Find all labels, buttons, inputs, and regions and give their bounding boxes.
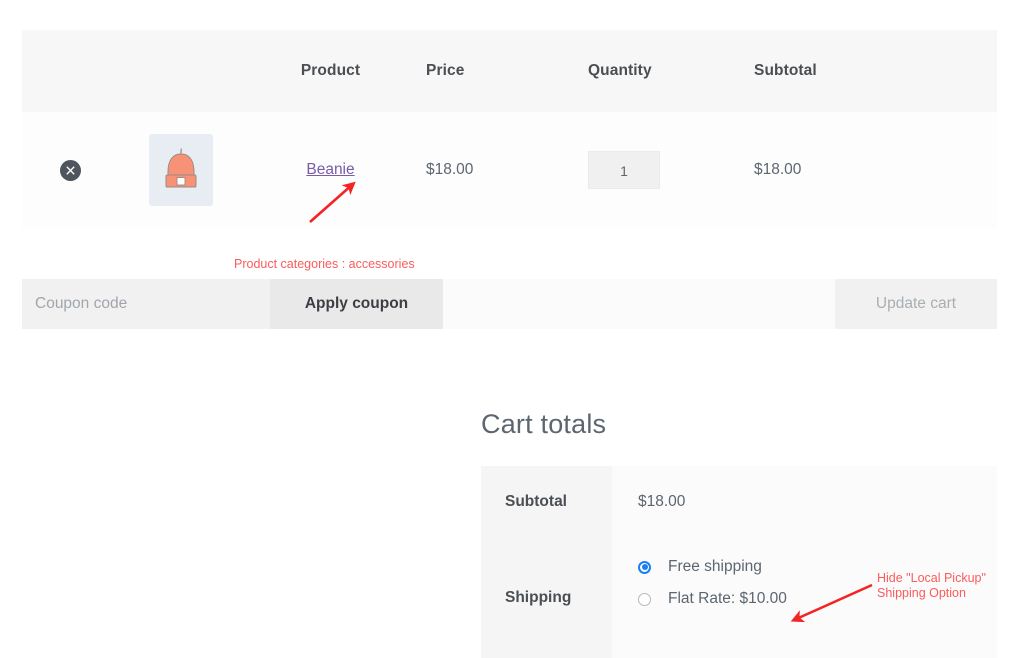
header-cell-product: Product — [300, 62, 361, 79]
remove-item-button[interactable] — [59, 159, 81, 181]
update-cart-button[interactable]: Update cart — [835, 279, 997, 329]
header-cell-subtotal: Subtotal — [754, 62, 817, 79]
table-row: Beanie $18.00 1 $18.00 — [22, 112, 997, 228]
coupon-row: Coupon code Apply coupon Update cart — [22, 279, 997, 329]
totals-value-shipping: Free shipping Flat Rate: $10.00 — [612, 538, 997, 658]
coupon-code-input[interactable]: Coupon code — [22, 279, 270, 329]
totals-label-subtotal: Subtotal — [481, 466, 612, 538]
apply-coupon-button[interactable]: Apply coupon — [270, 279, 443, 329]
cell-remove — [22, 159, 118, 181]
totals-label-shipping: Shipping — [481, 538, 612, 658]
product-thumbnail[interactable] — [148, 134, 213, 206]
radio-icon-flat-rate[interactable] — [638, 592, 651, 606]
cell-subtotal: $18.00 — [754, 161, 802, 178]
cart-table: Product Price Quantity Subtotal Beanie $… — [22, 30, 997, 228]
product-link-beanie[interactable]: Beanie — [306, 161, 354, 178]
cell-product-name: Beanie — [243, 161, 418, 179]
close-x-icon — [65, 165, 75, 175]
totals-row-shipping: Shipping Free shipping Flat Rate: $10.00 — [481, 538, 997, 658]
shipping-option-label: Free shipping — [668, 558, 762, 575]
cart-totals-table: Subtotal $18.00 Shipping Free shipping F… — [481, 466, 997, 658]
cart-table-header-row: Product Price Quantity Subtotal — [22, 30, 997, 112]
cart-totals-title: Cart totals — [481, 409, 607, 439]
quantity-input[interactable]: 1 — [588, 151, 660, 189]
shipping-option-flat-rate[interactable]: Flat Rate: $10.00 — [638, 590, 787, 608]
cell-quantity: 1 — [564, 151, 732, 189]
totals-value-subtotal: $18.00 — [612, 466, 997, 538]
header-cell-quantity: Quantity — [588, 62, 652, 79]
cell-thumbnail — [118, 134, 243, 206]
header-cell-price: Price — [426, 62, 465, 79]
totals-row-subtotal: Subtotal $18.00 — [481, 466, 997, 538]
shipping-option-free-shipping[interactable]: Free shipping — [638, 558, 762, 576]
cell-price: $18.00 — [426, 161, 474, 178]
beanie-icon — [165, 148, 196, 188]
shipping-option-label: Flat Rate: $10.00 — [668, 590, 787, 607]
radio-icon-free-shipping[interactable] — [638, 560, 651, 574]
coupon-row-spacer — [443, 279, 835, 329]
annotation-product-categories: Product categories : accessories — [234, 257, 415, 271]
